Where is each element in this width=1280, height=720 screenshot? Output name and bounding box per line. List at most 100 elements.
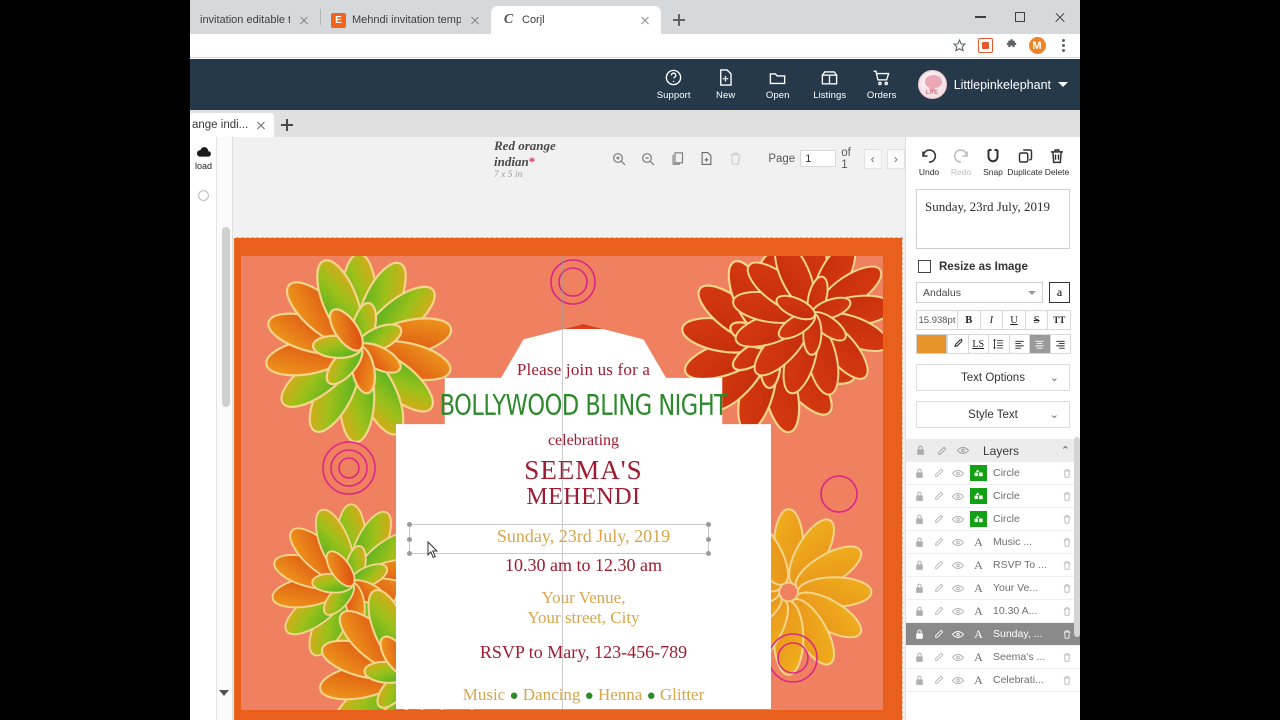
trash-icon[interactable] — [1060, 537, 1073, 548]
layer-row[interactable]: Circle — [906, 462, 1080, 485]
strikethrough-button[interactable]: S — [1024, 310, 1049, 330]
close-icon[interactable] — [296, 12, 312, 28]
zoom-out-icon[interactable] — [638, 148, 659, 170]
lock-icon[interactable] — [913, 491, 926, 502]
trash-icon[interactable] — [1060, 560, 1073, 571]
underline-button[interactable]: U — [1002, 310, 1026, 330]
line-spacing-icon[interactable] — [988, 334, 1010, 354]
edit-pencil-icon[interactable] — [932, 652, 945, 662]
edit-pencil-icon[interactable] — [932, 491, 945, 501]
artboard[interactable]: Please join us for a BOLLYWOOD BLING NIG… — [234, 237, 903, 720]
card-line-celebrating[interactable]: celebrating — [396, 432, 771, 450]
card-line-venue-2[interactable]: Your street, City — [396, 608, 771, 628]
font-preview-button[interactable]: a — [1049, 282, 1070, 303]
layer-row[interactable]: A Sunday, ... — [906, 623, 1080, 646]
trash-icon[interactable] — [1060, 583, 1073, 594]
eye-icon[interactable] — [951, 630, 964, 639]
close-icon[interactable] — [1040, 2, 1080, 32]
trash-icon[interactable] — [1060, 468, 1073, 479]
lock-icon[interactable] — [913, 514, 926, 525]
trash-icon[interactable] — [1060, 514, 1073, 525]
card-line-name[interactable]: SEEMA'S — [396, 455, 771, 486]
zoom-in-icon[interactable] — [609, 148, 630, 170]
trash-icon[interactable] — [1060, 491, 1073, 502]
edit-pencil-icon[interactable] — [932, 606, 945, 616]
layer-row[interactable]: Circle — [906, 508, 1080, 531]
align-right-icon[interactable] — [1049, 334, 1071, 354]
nav-new[interactable]: New — [700, 68, 752, 101]
delete-button[interactable]: Delete — [1042, 147, 1072, 177]
card-line-event[interactable]: MEHENDI — [396, 484, 771, 511]
project-tab[interactable]: ange indi... — [190, 113, 275, 137]
edit-pencil-icon[interactable] — [932, 629, 945, 639]
edit-pencil-icon[interactable] — [932, 537, 945, 547]
text-color-swatch[interactable] — [916, 334, 947, 354]
kebab-menu-icon[interactable] — [1052, 35, 1074, 57]
eye-icon[interactable] — [951, 676, 964, 685]
eye-icon[interactable] — [951, 538, 964, 547]
add-page-icon[interactable] — [696, 148, 717, 170]
align-left-icon[interactable] — [1008, 334, 1030, 354]
trash-icon[interactable] — [1060, 652, 1073, 663]
font-family-select[interactable]: Andalus — [916, 282, 1043, 303]
bookmark-star-icon[interactable] — [948, 35, 970, 57]
lock-icon[interactable] — [913, 560, 926, 571]
card-line-tags[interactable]: Music ● Dancing ● Henna ● Glitter — [396, 685, 771, 705]
text-content-input[interactable]: Sunday, 23rd July, 2019 — [916, 189, 1070, 249]
edit-pencil-icon[interactable] — [932, 583, 945, 593]
layer-row[interactable]: A Music ... — [906, 531, 1080, 554]
edit-pencil-icon[interactable] — [932, 514, 945, 524]
bold-button[interactable]: B — [956, 310, 981, 330]
lock-icon[interactable] — [913, 537, 926, 548]
nav-support[interactable]: Support — [648, 68, 700, 101]
copy-page-icon[interactable] — [667, 148, 688, 170]
duplicate-button[interactable]: Duplicate — [1007, 147, 1043, 177]
layer-row[interactable]: Circle — [906, 485, 1080, 508]
card-line-title[interactable]: BOLLYWOOD BLING NIGHT — [396, 390, 771, 423]
add-project-button[interactable] — [274, 113, 300, 137]
eye-icon[interactable] — [951, 653, 964, 662]
edit-pencil-icon[interactable] — [932, 560, 945, 570]
italic-button[interactable]: I — [979, 310, 1004, 330]
panel-scrollbar[interactable] — [222, 227, 230, 407]
browser-tab-2[interactable]: E Mehndi invitation template-corj — [321, 6, 491, 34]
card-line-date[interactable]: Sunday, 23rd July, 2019 — [396, 526, 771, 547]
card-line-venue-1[interactable]: Your Venue, — [396, 588, 771, 608]
minimize-icon[interactable] — [960, 2, 1000, 32]
lock-icon[interactable] — [913, 675, 926, 686]
eye-icon[interactable] — [951, 584, 964, 593]
user-menu[interactable]: LPE Littlepinkelephant — [917, 70, 1068, 99]
lock-icon[interactable] — [914, 445, 927, 456]
lock-icon[interactable] — [913, 629, 926, 640]
maximize-icon[interactable] — [1000, 2, 1040, 32]
sidebar-item-upload[interactable]: load — [190, 145, 217, 171]
eye-icon[interactable] — [951, 492, 964, 501]
profile-avatar-icon[interactable]: M — [1026, 35, 1048, 57]
letter-spacing-icon[interactable]: LS — [967, 334, 989, 354]
sidebar-item-shapes[interactable] — [190, 189, 217, 202]
edit-pencil-icon[interactable] — [932, 468, 945, 478]
layers-header[interactable]: Layers ⌃ — [906, 439, 1080, 462]
close-icon[interactable] — [637, 12, 653, 28]
lock-icon[interactable] — [913, 583, 926, 594]
new-tab-button[interactable] — [665, 6, 693, 34]
puzzle-extensions-icon[interactable] — [1000, 35, 1022, 57]
extension-chip-icon[interactable] — [974, 35, 996, 57]
edit-pencil-icon[interactable] — [935, 446, 948, 456]
layer-row[interactable]: A RSVP To ... — [906, 554, 1080, 577]
card-line-time[interactable]: 10.30 am to 12.30 am — [396, 555, 771, 576]
redo-button[interactable]: Redo — [946, 147, 976, 177]
layer-row[interactable]: A 10.30 A... — [906, 600, 1080, 623]
eye-icon[interactable] — [951, 607, 964, 616]
layer-row[interactable]: A Your Ve... — [906, 577, 1080, 600]
style-text-section[interactable]: Style Text ⌄ — [916, 401, 1070, 428]
layer-row[interactable]: A Seema's ... — [906, 646, 1080, 669]
snap-button[interactable]: Snap — [978, 147, 1008, 177]
trash-icon[interactable] — [1060, 629, 1073, 640]
browser-tab-3[interactable]: C Corjl — [491, 6, 661, 34]
browser-tab-1[interactable]: invitation editable templa — [190, 6, 320, 34]
resize-as-image-checkbox[interactable]: Resize as Image — [918, 260, 1068, 273]
next-page-button[interactable]: › — [886, 148, 905, 169]
card-line-rsvp[interactable]: RSVP to Mary, 123-456-789 — [396, 642, 771, 663]
delete-page-icon[interactable] — [725, 148, 746, 170]
